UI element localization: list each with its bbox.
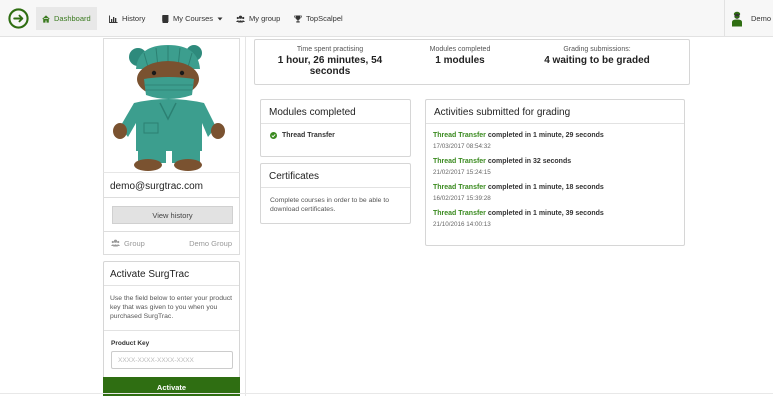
nav-history-label: History xyxy=(122,14,146,23)
nav-history[interactable]: History xyxy=(103,7,151,30)
certificates-title: Certificates xyxy=(261,164,410,188)
module-item: Thread Transfer xyxy=(270,132,335,139)
grading-entry-line: Thread Transfer completed in 32 seconds xyxy=(433,158,681,165)
grading-activity-link[interactable]: Thread Transfer xyxy=(433,210,486,217)
view-history-button[interactable]: View history xyxy=(112,206,233,224)
modules-completed-panel: Modules completed Thread Transfer xyxy=(260,99,411,157)
certificates-panel: Certificates Complete courses in order t… xyxy=(260,163,411,224)
profile-actions: View history xyxy=(103,198,240,231)
grading-activity-link[interactable]: Thread Transfer xyxy=(433,132,486,139)
caret-down-icon xyxy=(217,17,223,20)
group-icon xyxy=(111,239,120,247)
group-label: Group xyxy=(124,238,145,248)
stat-grading-submissions: Grading submissions: 4 waiting to be gra… xyxy=(527,46,667,66)
profile-photo xyxy=(103,38,240,172)
top-navbar: Dashboard History My Courses My group To… xyxy=(0,0,773,37)
nav-my-courses-label: My Courses xyxy=(173,14,214,23)
grading-entry: Thread Transfer completed in 1 minute, 1… xyxy=(433,184,681,210)
nav-my-courses[interactable]: My Courses xyxy=(155,7,229,30)
stat-value: 1 hour, 26 minutes, 54 seconds xyxy=(277,55,383,77)
stat-value: 1 modules xyxy=(435,55,485,66)
sidebar-divider xyxy=(245,37,246,396)
grading-title: Activities submitted for grading xyxy=(426,100,684,124)
nav-my-group-label: My group xyxy=(249,14,281,23)
stat-label: Grading submissions: xyxy=(563,46,631,53)
stat-label: Modules completed xyxy=(429,46,491,53)
modules-completed-title: Modules completed xyxy=(261,100,410,124)
certificates-text: Complete courses in order to be able to … xyxy=(270,197,390,213)
grading-entry: Thread Transfer completed in 32 seconds … xyxy=(433,158,681,184)
grading-entry: Thread Transfer completed in 1 minute, 2… xyxy=(433,132,681,158)
nav-topscalpel[interactable]: TopScalpel xyxy=(288,7,349,30)
group-row: Group Demo Group xyxy=(103,231,240,255)
activate-instructions: Use the field below to enter your produc… xyxy=(110,295,233,320)
group-icon xyxy=(236,15,245,22)
nav-my-group[interactable]: My group xyxy=(230,7,286,30)
grading-entry-text: completed in 1 minute, 18 seconds xyxy=(485,184,604,191)
nav-dashboard-label: Dashboard xyxy=(54,14,91,23)
grading-entry: Thread Transfer completed in 1 minute, 3… xyxy=(433,210,681,236)
home-icon xyxy=(42,14,50,23)
stats-panel: Time spent practising 1 hour, 26 minutes… xyxy=(254,39,690,85)
surgtrac-logo-icon[interactable] xyxy=(8,8,29,29)
stat-modules-completed: Modules completed 1 modules xyxy=(405,46,515,66)
grading-activity-link[interactable]: Thread Transfer xyxy=(433,158,486,165)
grading-entry-text: completed in 32 seconds xyxy=(485,158,572,165)
stat-time-practising: Time spent practising 1 hour, 26 minutes… xyxy=(269,46,391,77)
footer-divider xyxy=(0,393,773,394)
grading-entry-line: Thread Transfer completed in 1 minute, 3… xyxy=(433,210,681,217)
group-label-wrap: Group xyxy=(111,239,145,248)
grading-entry-date: 21/10/2016 14:00:13 xyxy=(433,221,491,228)
product-key-label: Product Key xyxy=(111,340,150,347)
surgeon-avatar-icon xyxy=(732,11,742,26)
grading-entry-date: 16/02/2017 15:39:28 xyxy=(433,195,491,202)
grading-panel: Activities submitted for grading Thread … xyxy=(425,99,685,246)
grading-entry-line: Thread Transfer completed in 1 minute, 1… xyxy=(433,184,681,191)
book-icon xyxy=(162,14,169,23)
module-item-label: Thread Transfer xyxy=(282,132,335,139)
stat-value: 4 waiting to be graded xyxy=(544,55,650,66)
profile-email: demo@surgtrac.com xyxy=(103,172,240,198)
grading-entry-date: 21/02/2017 15:24:15 xyxy=(433,169,491,176)
grading-list: Thread Transfer completed in 1 minute, 2… xyxy=(433,132,681,236)
user-name: Demo xyxy=(751,14,772,23)
activate-title: Activate SurgTrac xyxy=(104,262,239,286)
nav-divider xyxy=(724,0,725,37)
nav-topscalpel-label: TopScalpel xyxy=(306,14,343,23)
grading-entry-line: Thread Transfer completed in 1 minute, 2… xyxy=(433,132,681,139)
user-menu[interactable]: Demo xyxy=(731,7,771,30)
activate-panel: Activate SurgTrac Use the field below to… xyxy=(103,261,240,396)
grading-entry-text: completed in 1 minute, 39 seconds xyxy=(485,210,604,217)
check-circle-icon xyxy=(270,132,277,139)
grading-entry-text: completed in 1 minute, 29 seconds xyxy=(485,132,604,139)
trophy-icon xyxy=(294,15,302,22)
surgeon-bear-image xyxy=(113,45,225,171)
grading-activity-link[interactable]: Thread Transfer xyxy=(433,184,486,191)
grading-entry-date: 17/03/2017 08:54:32 xyxy=(433,143,491,150)
nav-dashboard[interactable]: Dashboard xyxy=(36,7,97,30)
product-key-input[interactable] xyxy=(111,351,233,369)
group-value: Demo Group xyxy=(189,238,232,248)
bar-chart-icon xyxy=(109,15,118,23)
stat-label: Time spent practising xyxy=(296,46,364,53)
activate-divider xyxy=(104,330,239,331)
